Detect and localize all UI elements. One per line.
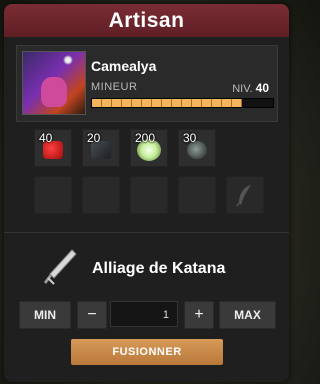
level-value: 40 xyxy=(255,81,269,95)
profession-card: Camealya MINEUR NIV. 40 xyxy=(16,45,278,122)
xp-bar-fill xyxy=(92,99,243,107)
ingredient-qty: 20 xyxy=(87,131,101,145)
ingredient-qty: 30 xyxy=(183,131,197,145)
ingredient-qty: 40 xyxy=(39,131,53,145)
ingredient-slots: 40 20 200 30 xyxy=(34,129,264,167)
xp-bar xyxy=(91,98,274,108)
section-divider xyxy=(4,232,289,233)
min-button[interactable]: MIN xyxy=(19,301,71,329)
fuse-button[interactable]: FUSIONNER xyxy=(71,339,223,365)
sparkle-icon xyxy=(63,55,73,65)
ingredient-slot[interactable]: 200 xyxy=(130,129,168,167)
character-name: Camealya xyxy=(91,58,157,74)
profession-name: MINEUR xyxy=(91,81,138,93)
ingredient-slot[interactable]: 40 xyxy=(34,129,72,167)
profession-avatar xyxy=(22,51,86,115)
ingredient-slot[interactable]: 30 xyxy=(178,129,216,167)
avatar-face xyxy=(41,77,67,107)
window-title: Artisan xyxy=(4,4,289,37)
empty-ingredient-slots xyxy=(34,176,264,214)
decrement-button[interactable]: − xyxy=(77,301,107,329)
empty-slot[interactable] xyxy=(82,176,120,214)
increment-button[interactable]: + xyxy=(184,301,214,329)
feather-slot[interactable] xyxy=(226,176,264,214)
recipe-item-name: Alliage de Katana xyxy=(92,260,226,277)
ingredient-qty: 200 xyxy=(135,131,156,145)
level-label: NIV. xyxy=(232,83,253,95)
ingredient-slot[interactable]: 20 xyxy=(82,129,120,167)
katana-alloy-icon xyxy=(44,249,77,285)
feather-icon xyxy=(236,185,251,207)
empty-slot[interactable] xyxy=(34,176,72,214)
profession-level: NIV. 40 xyxy=(232,81,269,95)
artisan-window: Artisan Camealya MINEUR NIV. 40 40 20 20… xyxy=(4,4,289,382)
empty-slot[interactable] xyxy=(178,176,216,214)
quantity-input[interactable]: 1 xyxy=(110,301,178,327)
empty-slot[interactable] xyxy=(130,176,168,214)
max-button[interactable]: MAX xyxy=(219,301,276,329)
